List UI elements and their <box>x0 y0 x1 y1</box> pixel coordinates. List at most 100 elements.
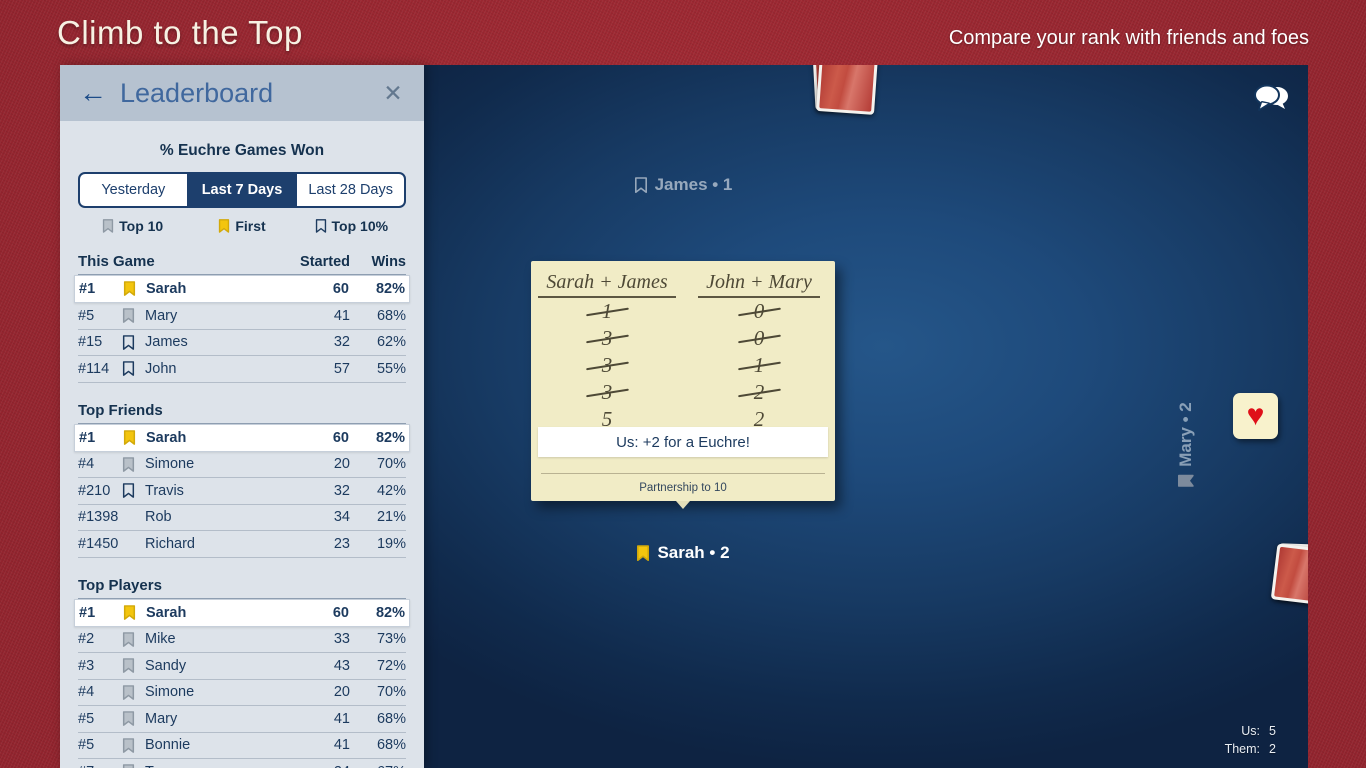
games-started: 32 <box>296 483 350 499</box>
tab-last-7-days[interactable]: Last 7 Days <box>187 174 296 206</box>
table-row[interactable]: #5 Mary4168% <box>78 706 406 733</box>
euchre-banner: Us: +2 for a Euchre! <box>538 427 828 457</box>
table-row[interactable]: #1 Sarah6082% <box>74 275 410 303</box>
hand-score: 1 <box>683 352 835 379</box>
table-row[interactable]: #3 Sandy4372% <box>78 653 406 680</box>
table-row[interactable]: #4 Simone2070% <box>78 680 406 707</box>
bookmark-icon <box>123 605 146 620</box>
table-row[interactable]: #1450 Richard2319% <box>78 531 406 558</box>
rank: #1 <box>79 605 123 621</box>
section-top-friends: Top Friends#1 Sarah6082%#4 Simone2070%#2… <box>78 402 406 558</box>
section-title: Top Friends <box>78 402 406 419</box>
legend-top-10-: Top 10% <box>297 218 406 234</box>
player-name: Simone <box>145 684 296 700</box>
player-name: Rob <box>145 509 296 525</box>
partnership-label: Partnership to 10 <box>531 482 835 494</box>
player-name: Mary <box>145 711 296 727</box>
games-started: 24 <box>296 764 350 768</box>
bookmark-icon <box>123 430 146 445</box>
tab-last-28-days[interactable]: Last 28 Days <box>295 174 404 206</box>
games-started: 43 <box>296 658 350 674</box>
app-title: Climb to the Top <box>57 14 303 52</box>
games-started: 20 <box>296 456 350 472</box>
win-percent: 72% <box>350 658 406 674</box>
win-percent: 19% <box>350 536 406 552</box>
bookmark-icon <box>122 457 145 472</box>
rank: #15 <box>78 334 122 350</box>
hand-score: 1 <box>531 298 683 325</box>
player-name: Sarah <box>146 430 295 446</box>
table-row[interactable]: #114 John5755% <box>78 356 406 383</box>
section-title: Top Players <box>78 577 406 594</box>
games-started: 20 <box>296 684 350 700</box>
win-percent: 68% <box>350 711 406 727</box>
rank: #3 <box>78 658 122 674</box>
games-started: 60 <box>295 430 349 446</box>
player-label-james: James • 1 <box>531 175 835 195</box>
table-row[interactable]: #210 Travis3242% <box>78 478 406 505</box>
bookmark-icon <box>122 685 145 700</box>
hand-score: 3 <box>531 352 683 379</box>
table-row[interactable]: #5 Mary4168% <box>78 303 406 330</box>
rank: #7 <box>78 764 122 768</box>
hand-score: 3 <box>531 379 683 406</box>
right-player-card <box>1271 543 1308 604</box>
close-button[interactable]: ✕ <box>378 80 408 107</box>
win-percent: 82% <box>349 281 405 297</box>
app-tagline: Compare your rank with friends and foes <box>949 27 1309 50</box>
leaderboard-panel: ← Leaderboard ✕ % Euchre Games Won Yeste… <box>60 65 424 768</box>
win-percent: 67% <box>350 764 406 768</box>
hand-score: 3 <box>531 325 683 352</box>
rank: #5 <box>78 308 122 324</box>
player-name-score: James • 1 <box>655 175 733 195</box>
column-header-wins: Wins <box>350 254 406 270</box>
table-row[interactable]: #15 James3262% <box>78 330 406 357</box>
player-name-score: Mary • 2 <box>1176 402 1196 467</box>
opponent-card <box>816 65 878 115</box>
table-row[interactable]: #2 Mike3373% <box>78 627 406 654</box>
team-them-name: John + Mary <box>698 271 820 298</box>
win-percent: 70% <box>350 684 406 700</box>
games-started: 34 <box>296 509 350 525</box>
bookmark-icon <box>123 281 146 296</box>
table-row[interactable]: #1398Rob3421% <box>78 505 406 532</box>
win-percent: 42% <box>350 483 406 499</box>
rank: #1450 <box>78 536 122 552</box>
badge-legend: Top 10 First Top 10% <box>78 218 406 234</box>
bookmark-icon <box>315 219 327 233</box>
games-started: 41 <box>296 737 350 753</box>
column-header-started: Started <box>296 254 350 270</box>
games-started: 60 <box>295 281 349 297</box>
player-name: Simone <box>145 456 296 472</box>
win-percent: 55% <box>350 361 406 377</box>
player-label-mary: Mary • 2 <box>1156 350 1216 540</box>
player-name: Sandy <box>145 658 296 674</box>
trump-suit-card: ♥ <box>1233 393 1278 439</box>
bookmark-icon <box>122 335 145 350</box>
table-row[interactable]: #7 Terry2467% <box>78 759 406 768</box>
table-row[interactable]: #1 Sarah6082% <box>74 599 410 627</box>
bookmark-icon <box>634 177 648 194</box>
win-percent: 68% <box>350 308 406 324</box>
bookmark-icon <box>122 308 145 323</box>
section-this-game: This GameStarted Wins#1 Sarah6082%#5 Mar… <box>78 253 406 383</box>
table-row[interactable]: #5 Bonnie4168% <box>78 733 406 760</box>
bookmark-icon <box>122 711 145 726</box>
bookmark-icon <box>122 738 145 753</box>
games-started: 41 <box>296 308 350 324</box>
scorepad-us-column: Sarah + James 13335 <box>531 271 683 433</box>
win-percent: 82% <box>349 430 405 446</box>
pad-pointer <box>676 501 690 509</box>
bookmark-icon <box>122 632 145 647</box>
games-started: 23 <box>296 536 350 552</box>
player-name: Richard <box>145 536 296 552</box>
player-name: Mike <box>145 631 296 647</box>
table-row[interactable]: #4 Simone2070% <box>78 452 406 479</box>
team-us-name: Sarah + James <box>538 271 675 298</box>
player-label-sarah: Sarah • 2 <box>531 543 835 563</box>
tab-yesterday[interactable]: Yesterday <box>80 174 187 206</box>
chat-icon[interactable] <box>1252 83 1292 115</box>
heart-icon: ♥ <box>1247 401 1265 431</box>
table-row[interactable]: #1 Sarah6082% <box>74 424 410 452</box>
back-button[interactable]: ← <box>76 76 110 110</box>
